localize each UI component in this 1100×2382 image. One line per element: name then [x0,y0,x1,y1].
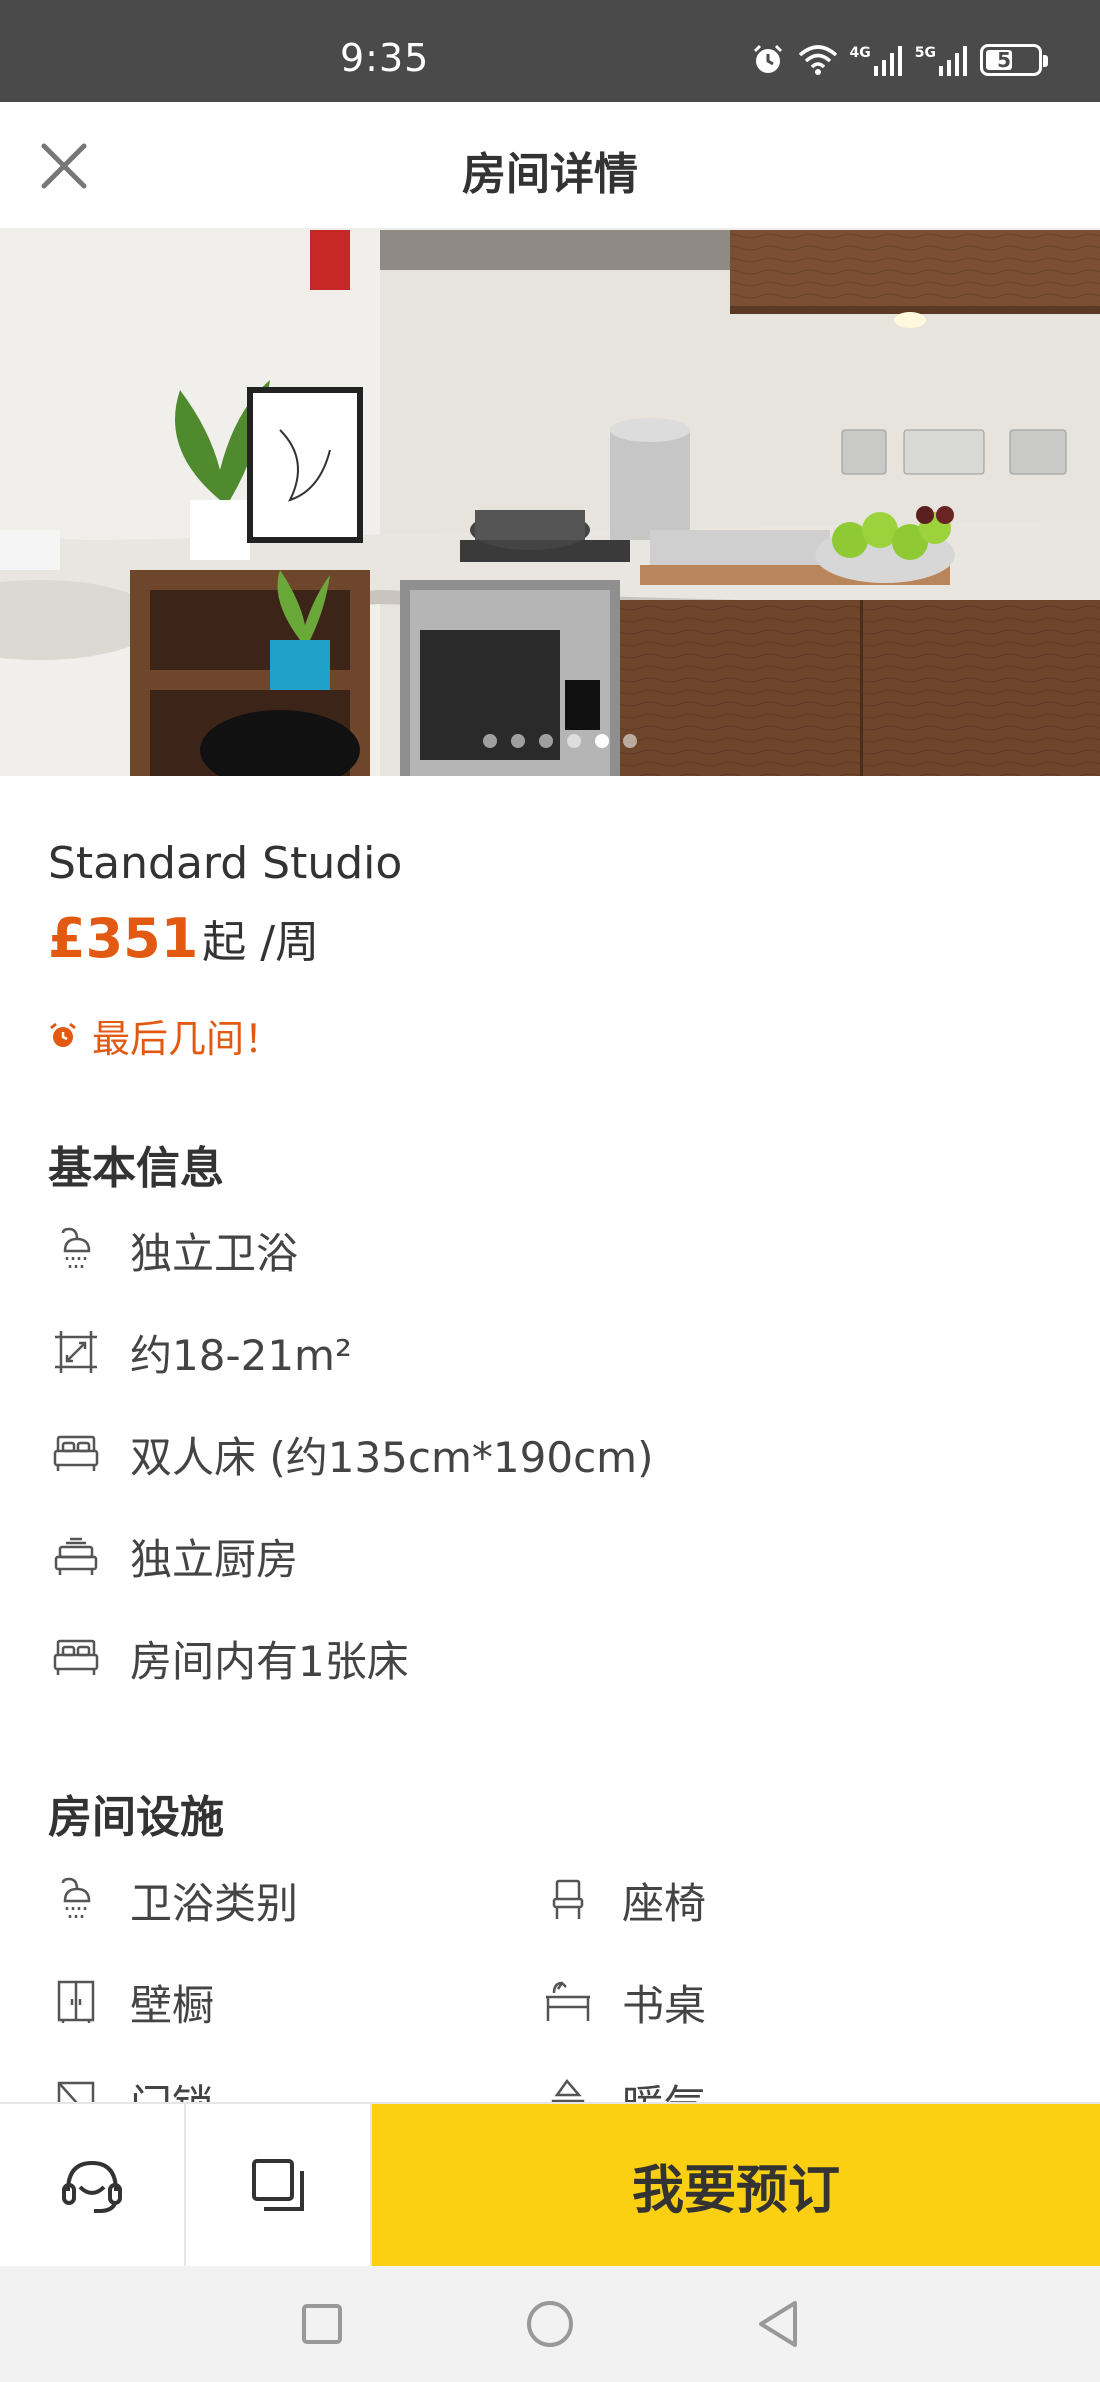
facility-text: 门锁 [130,2072,214,2103]
network-5g-label: 5G [914,45,936,61]
facility-item: 座椅 [540,1870,706,1930]
info-text: 双人床 (约135cm*190cm) [130,1432,654,1482]
status-icons: 4G 5G 51 [750,40,1048,80]
triangle-back-icon [759,2301,797,2347]
shower-icon [48,1222,104,1278]
carousel-dot[interactable] [567,734,581,748]
copy-icon [252,2159,304,2211]
facility-item: 门锁 [48,2072,214,2102]
bottom-action-bar: 我要预订 [0,2102,1100,2266]
header: 房间详情 [0,102,1100,230]
chair-icon [540,1872,596,1928]
recents-button[interactable] [292,2294,352,2354]
headset-icon [62,2160,122,2213]
info-text: 独立厨房 [130,1534,299,1584]
room-details: Standard Studio £351 起 /周 最后几间！ 基本信息 独立卫… [0,776,1100,2102]
info-item: 独立卫浴 [48,1220,298,1280]
signal-icon [873,46,902,76]
carousel-dots [0,734,1100,748]
stove-icon [48,1528,104,1584]
availability-alert: 最后几间！ [48,1008,282,1063]
network-4g-label: 4G [849,45,871,61]
facility-text: 书桌 [622,1980,707,2030]
room-photo-carousel[interactable] [0,230,1100,776]
desk-icon [540,1974,596,2030]
shower-icon [48,1872,104,1928]
facility-text: 卫浴类别 [130,1878,299,1928]
status-time: 9:35 [340,36,430,80]
bed-icon [48,1630,104,1686]
signal-icon [939,46,967,76]
area-icon [48,1324,104,1380]
alarm-clock-icon [50,1022,76,1047]
status-bar: 9:35 4G 5G 51 [0,0,1100,102]
customer-service-button[interactable] [0,2104,186,2266]
facility-text: 座椅 [622,1878,707,1928]
facility-text: 暖气 [622,2072,706,2103]
carousel-dot[interactable] [539,734,553,748]
room-photo [0,230,1100,776]
wifi-icon [798,45,837,75]
heater-icon [540,2074,596,2102]
bed-icon [48,1426,104,1482]
page-title: 房间详情 [462,149,638,200]
info-item: 独立厨房 [48,1526,298,1586]
info-text: 独立卫浴 [130,1228,299,1278]
info-item: 房间内有1张床 [48,1628,409,1688]
info-text: 房间内有1张床 [130,1636,409,1686]
facility-item: 壁橱 [48,1972,214,2032]
system-nav-bar [0,2266,1100,2382]
window-icon [48,2074,104,2102]
facility-item: 暖气 [540,2072,706,2102]
facility-text: 壁橱 [130,1980,215,2030]
back-button[interactable] [748,2294,808,2354]
battery-level: 51 [997,48,1025,72]
square-icon [302,2304,342,2344]
section-title-facilities: 房间设施 [48,1792,224,1843]
alert-text: 最后几间！ [92,1017,283,1061]
alarm-icon [753,44,782,73]
carousel-dot[interactable] [511,734,525,748]
facility-item: 卫浴类别 [48,1870,298,1930]
section-title-basic-info: 基本信息 [48,1143,224,1194]
info-item: 约18-21m² [48,1322,352,1382]
info-text: 约18-21m² [130,1330,352,1380]
book-now-button[interactable]: 我要预订 [372,2104,1100,2266]
facility-item: 书桌 [540,1972,706,2032]
price-unit: 起 /周 [202,917,320,968]
room-name: Standard Studio [48,838,403,889]
info-item: 双人床 (约135cm*190cm) [48,1424,653,1484]
room-price: £351 [48,907,199,970]
carousel-dot[interactable] [623,734,637,748]
circle-icon [527,2301,573,2347]
battery-icon: 51 [980,44,1048,76]
price-row: £351 起 /周 [48,906,319,970]
wardrobe-icon [48,1974,104,2030]
compare-button[interactable] [186,2104,372,2266]
carousel-dot[interactable] [483,734,497,748]
home-button[interactable] [520,2294,580,2354]
carousel-dot-active[interactable] [595,734,609,748]
